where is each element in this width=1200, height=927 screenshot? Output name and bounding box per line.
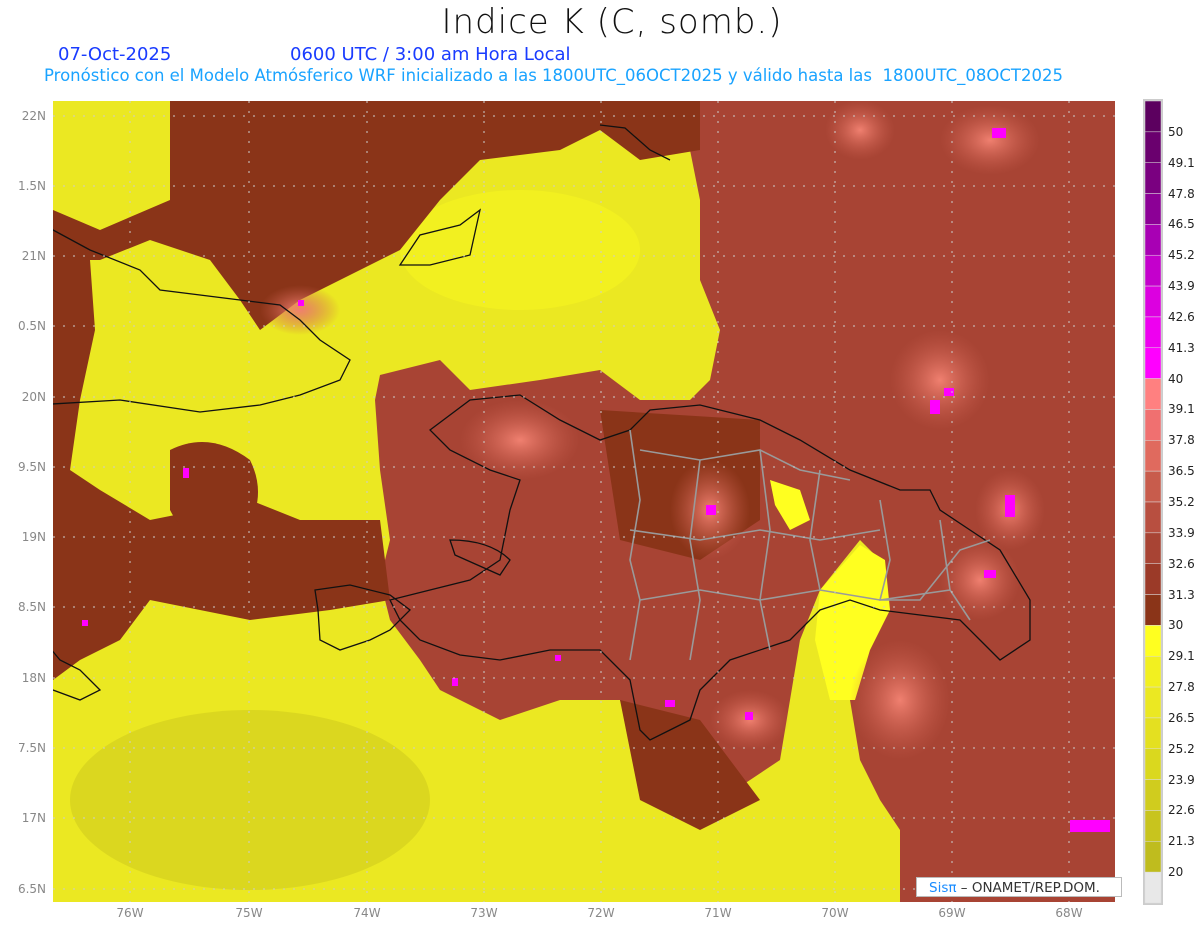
lon-label: 68W — [1055, 906, 1083, 920]
colorbar-swatch — [1144, 224, 1162, 256]
lat-label: 18N — [21, 671, 46, 685]
colorbar-swatch — [1144, 532, 1162, 564]
lat-label: 19N — [21, 530, 46, 544]
lon-label: 71W — [704, 906, 732, 920]
lon-label: 70W — [821, 906, 849, 920]
colorbar-swatch — [1144, 717, 1162, 750]
lon-label: 75W — [235, 906, 263, 920]
lat-label: 7.5N — [17, 741, 46, 755]
colorbar-swatch — [1144, 810, 1162, 842]
colorbar-swatch — [1144, 131, 1162, 163]
colorbar-label: 37.8 — [1168, 433, 1195, 448]
colorbar-label: 22.6 — [1168, 803, 1195, 818]
colorbar-label: 33.9 — [1168, 525, 1195, 540]
colorbar — [1143, 99, 1163, 905]
colorbar-label: 41.3 — [1168, 340, 1195, 355]
colorbar-swatch — [1144, 501, 1162, 534]
colorbar-label: 35.2 — [1168, 495, 1195, 509]
lon-label: 69W — [938, 906, 966, 920]
colorbar-swatch — [1144, 316, 1162, 349]
colorbar-swatch — [1144, 470, 1162, 503]
sispi-logo: Sisπ — [929, 880, 957, 896]
colorbar-label: 26.5 — [1168, 710, 1195, 725]
k-index-field — [53, 101, 1115, 902]
colorbar-label: 42.6 — [1168, 309, 1195, 324]
colorbar-swatch — [1144, 841, 1162, 873]
colorbar-label: 43.9 — [1168, 279, 1195, 294]
colorbar-label: 25.2 — [1168, 741, 1195, 756]
colorbar-label: 29.1 — [1168, 649, 1195, 664]
colorbar-swatch — [1144, 440, 1162, 472]
colorbar-swatch — [1144, 193, 1162, 225]
colorbar-swatch — [1144, 162, 1162, 194]
lat-label: 8.5N — [17, 600, 46, 614]
colorbar-swatch — [1144, 625, 1162, 657]
colorbar-label: 36.5 — [1168, 464, 1195, 479]
colorbar-label: 27.8 — [1168, 680, 1195, 695]
colorbar-label: 30 — [1168, 618, 1184, 633]
map-canvas — [53, 99, 1163, 905]
colorbar-label: 47.8 — [1168, 186, 1195, 201]
lon-label: 74W — [353, 906, 381, 920]
colorbar-swatch — [1144, 254, 1162, 287]
colorbar-label: 21.3 — [1168, 834, 1195, 849]
colorbar-label: 45.2 — [1168, 248, 1195, 263]
colorbar-label: 23.9 — [1168, 772, 1195, 787]
lat-label: 21N — [21, 249, 46, 263]
colorbar-swatch — [1144, 100, 1162, 133]
colorbar-swatch — [1144, 285, 1162, 318]
colorbar-swatch — [1144, 409, 1162, 441]
colorbar-label: 20 — [1168, 865, 1184, 880]
lon-label: 73W — [470, 906, 498, 920]
colorbar-swatch — [1144, 655, 1162, 688]
colorbar-swatch — [1144, 347, 1162, 379]
lat-label: 22N — [21, 109, 46, 123]
colorbar-label: 49.1 — [1168, 155, 1195, 170]
colorbar-label: 50 — [1168, 124, 1184, 139]
lat-label: 17N — [21, 811, 46, 825]
colorbar-swatch — [1144, 686, 1162, 719]
credit-box: Sisπ – ONAMET/REP.DOM. — [916, 877, 1122, 897]
lat-label: 6.5N — [17, 882, 46, 896]
colorbar-swatch — [1144, 378, 1162, 410]
lon-label: 72W — [587, 906, 615, 920]
credit-text: – ONAMET/REP.DOM. — [956, 880, 1100, 896]
lon-label: 76W — [116, 906, 144, 920]
colorbar-swatch — [1144, 779, 1162, 811]
colorbar-label: 40 — [1168, 371, 1184, 386]
colorbar-swatch — [1144, 563, 1162, 595]
colorbar-label: 39.1 — [1168, 402, 1195, 417]
colorbar-swatch — [1144, 594, 1162, 626]
lat-label: 9.5N — [17, 460, 46, 474]
lat-label: 0.5N — [17, 319, 46, 333]
lat-label: 20N — [21, 390, 46, 404]
colorbar-swatch — [1144, 748, 1162, 780]
colorbar-swatch — [1144, 871, 1162, 904]
lat-label: 1.5N — [17, 179, 46, 193]
colorbar-label: 46.5 — [1168, 217, 1195, 232]
colorbar-label: 32.6 — [1168, 556, 1195, 571]
colorbar-label: 31.3 — [1168, 587, 1195, 602]
